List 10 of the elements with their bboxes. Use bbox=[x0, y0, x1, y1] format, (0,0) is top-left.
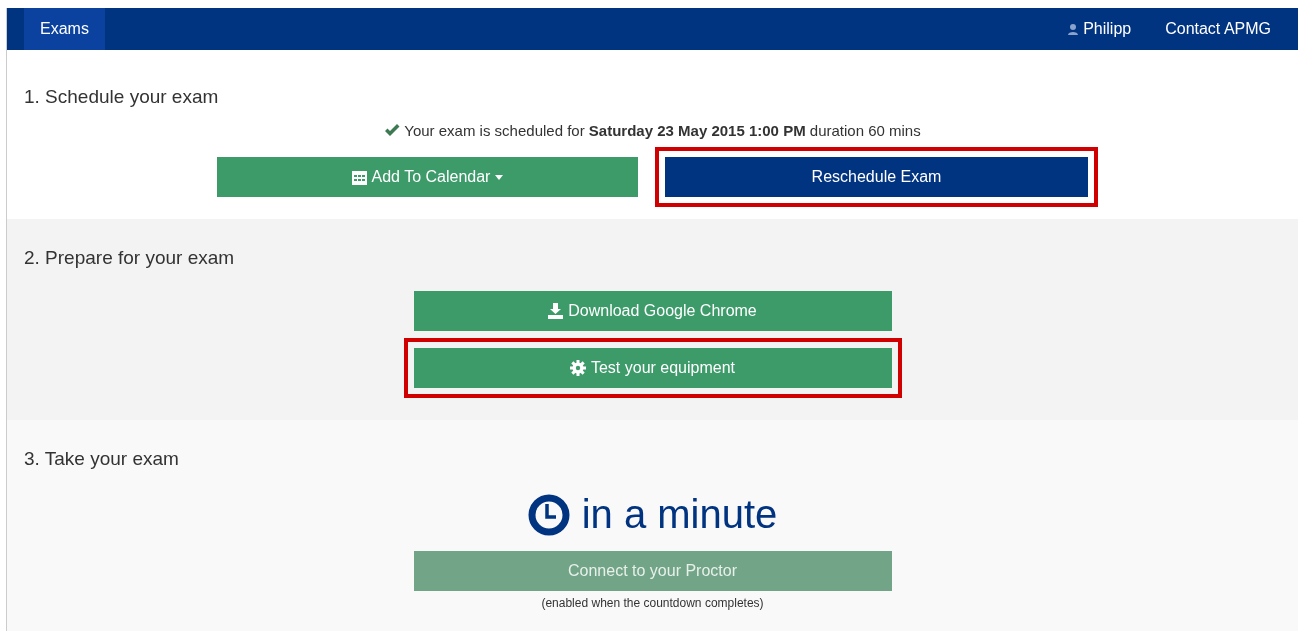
section-heading: 2. Prepare for your exam bbox=[24, 247, 235, 269]
section-heading: 1. Schedule your exam bbox=[24, 86, 219, 108]
nav-link[interactable]: Contact APMG bbox=[1148, 8, 1288, 50]
nav-tab[interactable]: Exams bbox=[24, 8, 105, 50]
countdown-text: in a minute bbox=[581, 492, 778, 537]
section-heading: 3. Take your exam bbox=[24, 448, 179, 470]
reschedule-button[interactable]: Reschedule Exam bbox=[665, 157, 1088, 197]
user-link[interactable]: Philipp bbox=[1083, 20, 1132, 38]
schedule-text: Your exam is scheduled for Saturday 23 May 2015 1:00 PM duration 60 mins bbox=[404, 122, 921, 139]
hint-text: (enabled when the countdown completes) bbox=[541, 596, 764, 610]
